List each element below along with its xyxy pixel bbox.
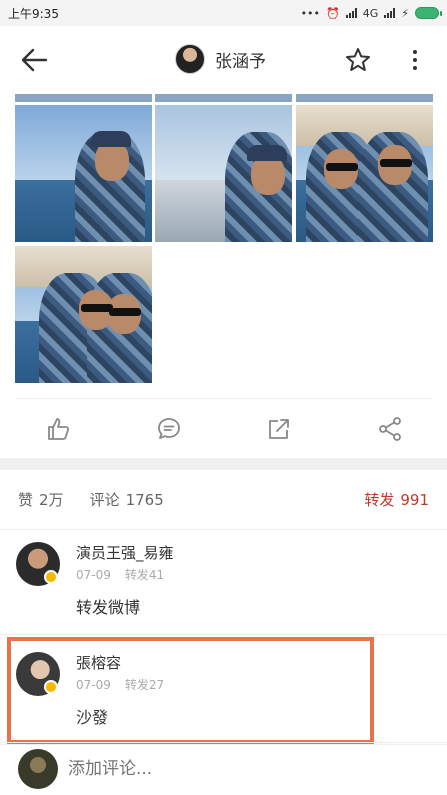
list-item[interactable]: 演员王强_易雍 07-09 转发41 转发微博 [0, 530, 447, 635]
photo-grid [15, 94, 433, 389]
comment-button[interactable] [156, 416, 182, 442]
back-button[interactable] [20, 46, 50, 74]
likes-label: 赞 [18, 491, 34, 509]
comment-reposts: 转发41 [124, 568, 165, 582]
status-time: 上午9:35 [8, 6, 59, 21]
comment-author[interactable]: 張榕容 [76, 652, 121, 673]
header-user[interactable]: 张涵予 [175, 44, 266, 74]
reposts-tab[interactable]: 转发 991 [364, 489, 429, 510]
more-options-button[interactable] [405, 46, 425, 74]
comment-date: 07-09 [76, 568, 111, 582]
action-bar [15, 398, 433, 458]
photo-strip[interactable] [155, 94, 292, 102]
comment-meta: 07-09 转发41 [76, 566, 164, 583]
photo-thumbnail[interactable] [15, 105, 152, 242]
reposts-label: 转发 [364, 491, 395, 509]
comment-author[interactable]: 演员王强_易雍 [76, 542, 174, 563]
stats-bar: 赞 2万 评论 1765 转发 991 [0, 470, 447, 530]
list-item[interactable]: 張榕容 07-09 转发27 沙發 [0, 640, 447, 745]
photo-thumbnail[interactable] [296, 105, 433, 242]
comment-date: 07-09 [76, 678, 111, 692]
repost-button[interactable] [266, 416, 292, 442]
comment-icon [157, 417, 180, 439]
photo-strip[interactable] [15, 94, 152, 102]
likes-tab[interactable]: 赞 2万 [18, 489, 64, 510]
like-button[interactable] [45, 416, 71, 442]
verified-badge-icon [44, 680, 58, 694]
header-avatar[interactable] [175, 44, 205, 74]
star-icon [346, 48, 370, 71]
comment-input[interactable] [68, 759, 368, 779]
charging-icon: ⚡ [401, 6, 409, 20]
verified-badge-icon [44, 570, 58, 584]
status-bar: 上午9:35 ••• ⏰ 4G ⚡ [0, 0, 447, 26]
comment-text: 沙發 [76, 708, 109, 727]
alarm-icon: ⏰ [326, 6, 340, 20]
section-divider [0, 458, 447, 470]
signal-icon [345, 8, 357, 18]
comments-count: 1765 [125, 491, 164, 509]
comments-label: 评论 [89, 491, 120, 509]
network-label: 4G [362, 6, 379, 20]
favorite-button[interactable] [344, 46, 372, 74]
external-link-icon [269, 418, 290, 439]
share-icon [379, 416, 401, 441]
signal-icon-2 [384, 8, 396, 18]
status-icons: ••• ⏰ 4G ⚡ [300, 6, 442, 20]
arrow-left-icon [21, 48, 48, 72]
share-button[interactable] [377, 416, 403, 442]
avatar [18, 749, 58, 789]
add-comment-bar [0, 742, 447, 795]
top-bar: 张涵予 [0, 26, 447, 94]
comment-meta: 07-09 转发27 [76, 676, 164, 693]
page-title[interactable]: 张涵予 [215, 47, 266, 72]
reposts-count: 991 [400, 491, 429, 509]
comment-text: 转发微博 [76, 598, 141, 617]
photo-strip[interactable] [296, 94, 433, 102]
comments-tab[interactable]: 评论 1765 [90, 489, 164, 510]
thumbs-up-icon [48, 417, 70, 440]
photo-thumbnail[interactable] [15, 246, 152, 383]
more-dot-icon [413, 50, 417, 54]
likes-count: 2万 [39, 491, 64, 509]
photo-thumbnail[interactable] [155, 105, 292, 242]
notification-dots: ••• [300, 6, 321, 20]
comment-reposts: 转发27 [124, 678, 165, 692]
battery-icon [415, 7, 442, 19]
